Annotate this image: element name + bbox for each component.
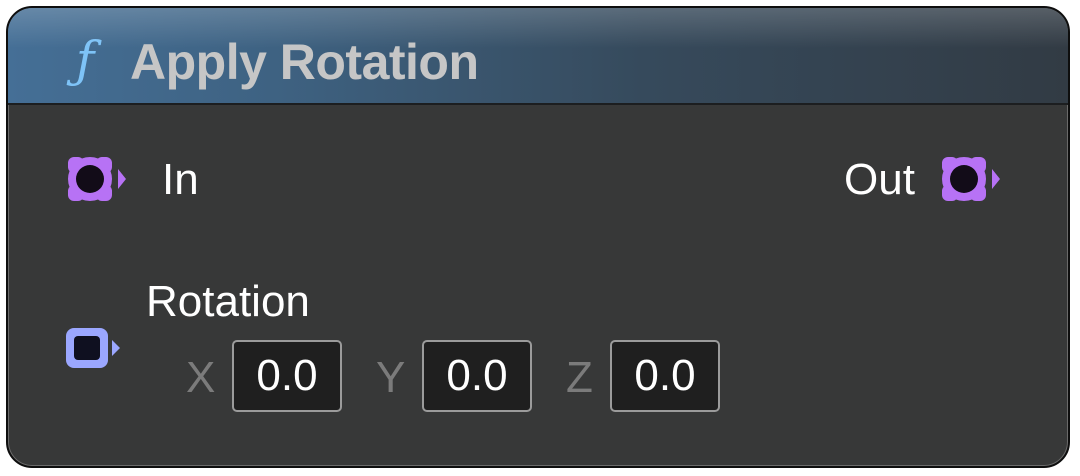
exec-out-label: Out: [844, 155, 915, 204]
exec-out-pin-icon[interactable]: [934, 149, 1010, 209]
rotation-y-field[interactable]: 0.0: [422, 340, 532, 412]
blueprint-node[interactable]: ƒ Apply Rotation In Out Rotation X 0.0 Y…: [6, 6, 1070, 468]
rotation-z-label: Z: [566, 353, 593, 402]
node-title: Apply Rotation: [130, 34, 479, 90]
rotation-pin-icon[interactable]: [64, 324, 126, 372]
rotation-z-field[interactable]: 0.0: [610, 340, 720, 412]
rotation-x-field[interactable]: 0.0: [232, 340, 342, 412]
rotation-label: Rotation: [146, 277, 310, 326]
function-icon: ƒ: [75, 31, 95, 89]
exec-in-label: In: [162, 155, 199, 204]
rotation-y-label: Y: [376, 353, 406, 402]
rotation-x-label: X: [186, 353, 216, 402]
exec-in-pin-icon[interactable]: [60, 149, 136, 209]
node-header[interactable]: ƒ Apply Rotation: [8, 8, 1068, 105]
